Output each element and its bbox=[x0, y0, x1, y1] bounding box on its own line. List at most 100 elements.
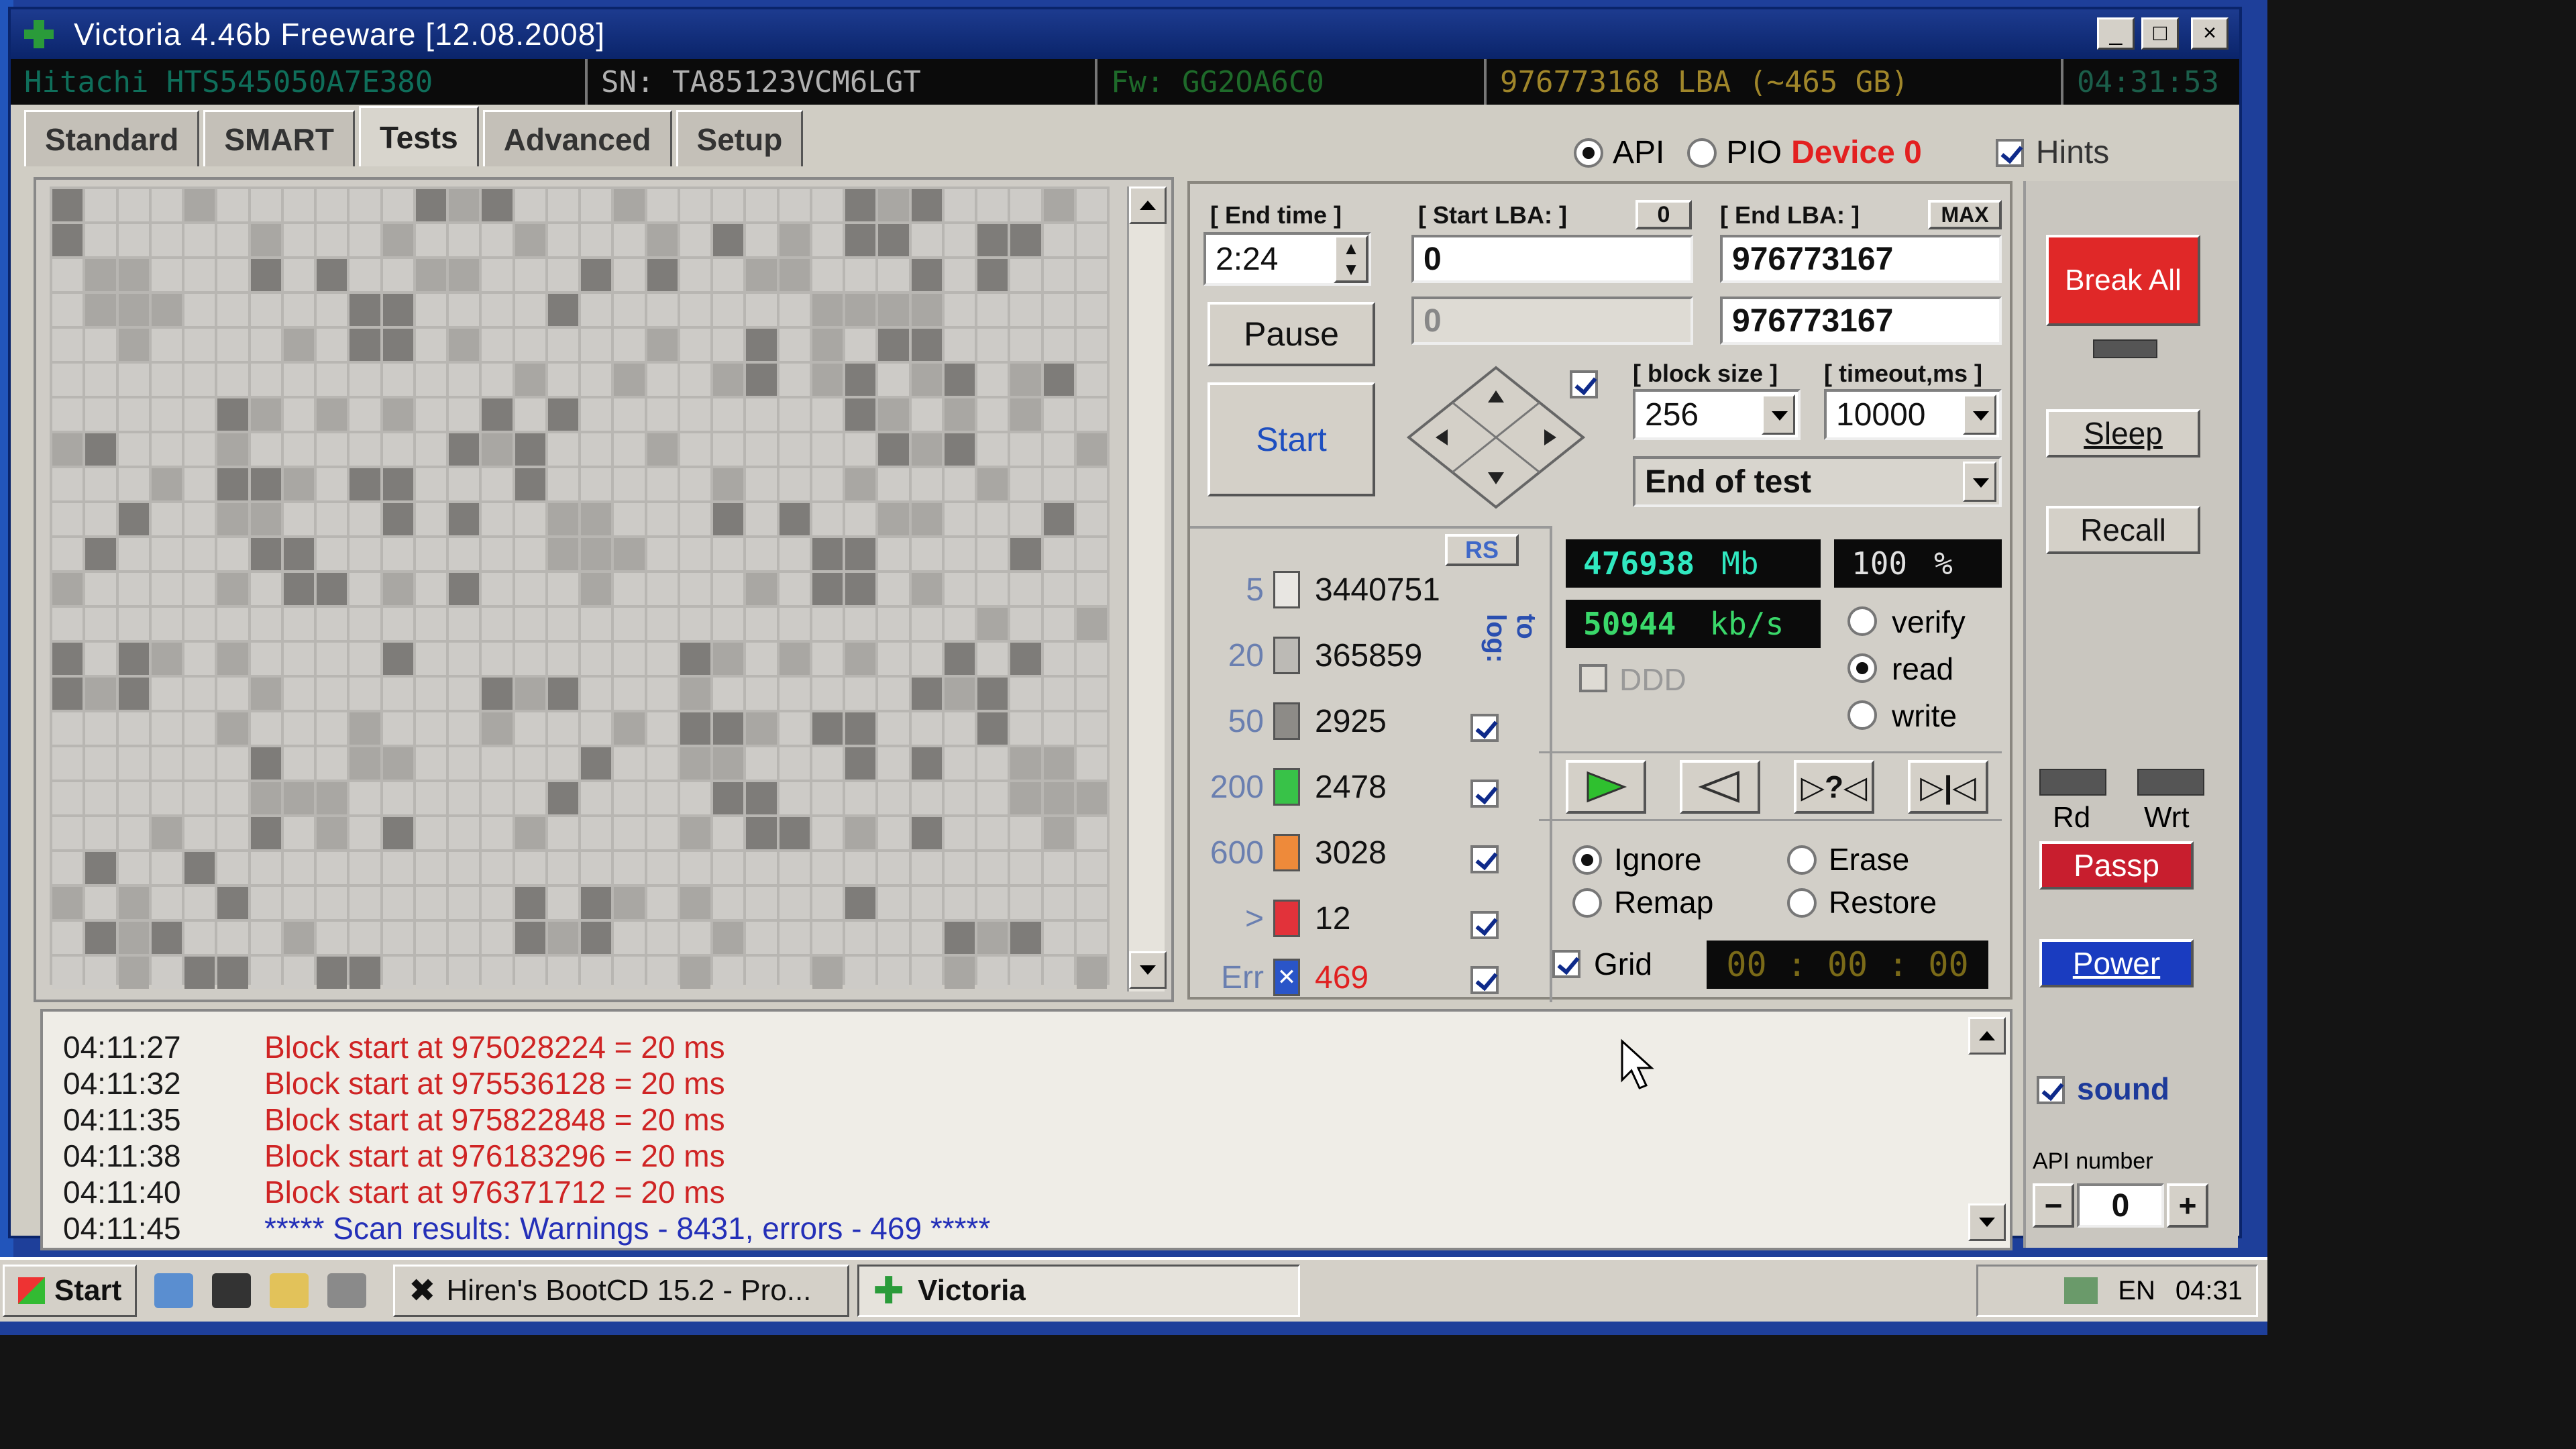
surface-block bbox=[1010, 678, 1041, 710]
surface-block bbox=[680, 573, 710, 605]
surface-block bbox=[350, 294, 380, 326]
log-scroll-up-button[interactable] bbox=[1968, 1017, 2006, 1055]
end-action-dropdown-icon[interactable] bbox=[1963, 462, 1996, 502]
scroll-down-button[interactable] bbox=[1129, 951, 1167, 989]
remap-radio[interactable] bbox=[1572, 888, 1602, 918]
surface-block bbox=[85, 817, 116, 849]
sleep-button[interactable]: Sleep bbox=[2046, 409, 2200, 458]
passp-button[interactable]: Passp bbox=[2039, 841, 2194, 890]
tab-setup[interactable]: Setup bbox=[676, 110, 804, 166]
surface-block bbox=[746, 747, 777, 780]
start-lba-input[interactable]: 0 bbox=[1411, 235, 1693, 283]
rewind-button[interactable] bbox=[1680, 760, 1760, 814]
erase-radio[interactable] bbox=[1787, 845, 1817, 875]
api-plus-button[interactable]: + bbox=[2167, 1183, 2208, 1228]
taskbar-victoria[interactable]: ✚ Victoria bbox=[857, 1265, 1301, 1317]
power-button[interactable]: Power bbox=[2039, 939, 2194, 987]
surface-block bbox=[647, 538, 678, 570]
maximize-button[interactable]: □ bbox=[2141, 17, 2179, 50]
read-radio[interactable] bbox=[1847, 653, 1877, 683]
surface-block bbox=[85, 294, 116, 326]
skip-end-button[interactable]: ▷|◁ bbox=[1908, 760, 1988, 814]
log-err-checkbox[interactable] bbox=[1470, 966, 1499, 994]
surface-block bbox=[680, 259, 710, 291]
play-button[interactable] bbox=[1566, 760, 1646, 814]
scroll-up-button[interactable] bbox=[1129, 186, 1167, 224]
end-lba-input[interactable]: 976773167 bbox=[1720, 235, 2002, 283]
recall-button[interactable]: Recall bbox=[2046, 506, 2200, 554]
log-50-checkbox[interactable] bbox=[1470, 714, 1499, 742]
surface-block bbox=[482, 922, 513, 954]
skip-random-button[interactable]: ▷?◁ bbox=[1794, 760, 1874, 814]
log-200-checkbox[interactable] bbox=[1470, 780, 1499, 808]
log-over-checkbox[interactable] bbox=[1470, 911, 1499, 939]
surface-block bbox=[845, 224, 876, 256]
tab-tests[interactable]: Tests bbox=[358, 106, 479, 166]
close-button[interactable]: × bbox=[2191, 17, 2229, 50]
surface-block bbox=[911, 573, 942, 605]
folder-icon[interactable] bbox=[270, 1273, 309, 1308]
surface-block bbox=[415, 678, 446, 710]
verify-radio[interactable] bbox=[1847, 606, 1877, 636]
ddd-checkbox[interactable] bbox=[1579, 664, 1607, 692]
sound-checkbox[interactable] bbox=[2037, 1076, 2065, 1104]
write-radio[interactable] bbox=[1847, 700, 1877, 730]
surface-block bbox=[85, 259, 116, 291]
surface-block bbox=[547, 608, 578, 640]
surface-block bbox=[713, 643, 744, 675]
surface-block bbox=[1076, 922, 1107, 954]
start-menu-button[interactable]: Start bbox=[3, 1265, 138, 1317]
network-icon[interactable] bbox=[2064, 1277, 2098, 1304]
api-label: API bbox=[1613, 135, 1665, 170]
pause-button[interactable]: Pause bbox=[1208, 302, 1375, 366]
timeout-dropdown-icon[interactable] bbox=[1963, 394, 1996, 435]
restore-radio[interactable] bbox=[1787, 888, 1817, 918]
surface-block bbox=[547, 922, 578, 954]
break-all-button[interactable]: Break All bbox=[2046, 235, 2200, 326]
block-size-select[interactable]: 256 bbox=[1633, 389, 1801, 440]
end-time-spinner[interactable]: ▲ ▼ bbox=[1334, 235, 1368, 283]
tab-advanced[interactable]: Advanced bbox=[482, 110, 672, 166]
command-prompt-icon[interactable] bbox=[212, 1273, 252, 1308]
ignore-radio[interactable] bbox=[1572, 845, 1602, 875]
log-600-checkbox[interactable] bbox=[1470, 845, 1499, 873]
surface-block bbox=[515, 329, 545, 361]
grid-checkbox[interactable] bbox=[1552, 950, 1580, 978]
log-panel[interactable]: 04:11:27 Block start at 975028224 = 20 m… bbox=[40, 1009, 2012, 1250]
surface-block bbox=[449, 817, 480, 849]
api-minus-button[interactable]: − bbox=[2033, 1183, 2074, 1228]
direction-pad[interactable] bbox=[1402, 364, 1590, 511]
surface-block bbox=[911, 398, 942, 431]
api-number-field[interactable]: 0 bbox=[2077, 1183, 2164, 1228]
minimize-button[interactable]: _ bbox=[2097, 17, 2135, 50]
block-size-dropdown-icon[interactable] bbox=[1762, 394, 1795, 435]
taskbar-hirens-bootcd[interactable]: ✖ Hiren's BootCD 15.2 - Pro... bbox=[393, 1265, 850, 1317]
surface-block bbox=[184, 817, 215, 849]
surface-block bbox=[911, 922, 942, 954]
device-label[interactable]: Device 0 bbox=[1791, 134, 1922, 171]
api-radio[interactable] bbox=[1574, 138, 1603, 168]
timeout-select[interactable]: 10000 bbox=[1824, 389, 2002, 440]
surface-block bbox=[317, 782, 347, 814]
end-action-select[interactable]: End of test bbox=[1633, 456, 2002, 507]
tab-standard[interactable]: Standard bbox=[24, 110, 200, 166]
surface-block bbox=[581, 294, 612, 326]
start-button[interactable]: Start bbox=[1208, 382, 1375, 496]
language-indicator[interactable]: EN bbox=[2118, 1276, 2155, 1306]
title-bar[interactable]: Victoria 4.46b Freeware [12.08.2008] _ □… bbox=[11, 9, 2239, 59]
surface-block bbox=[52, 294, 83, 326]
surface-block bbox=[878, 398, 909, 431]
drive-icon[interactable] bbox=[327, 1273, 367, 1308]
pio-radio[interactable] bbox=[1687, 138, 1717, 168]
start-lba-zero-button[interactable]: 0 bbox=[1635, 200, 1692, 229]
show-desktop-icon[interactable] bbox=[154, 1273, 194, 1308]
pad-checkbox[interactable] bbox=[1570, 370, 1598, 398]
log-scroll-down-button[interactable] bbox=[1968, 1203, 2006, 1241]
tab-smart[interactable]: SMART bbox=[203, 110, 355, 166]
surface-block bbox=[482, 468, 513, 500]
tray-clock[interactable]: 04:31 bbox=[2176, 1276, 2243, 1306]
hints-checkbox[interactable] bbox=[1995, 138, 2024, 167]
surface-map-scrollbar[interactable] bbox=[1127, 186, 1167, 991]
end-lba-max-button[interactable]: MAX bbox=[1928, 200, 2002, 229]
surface-block bbox=[812, 433, 843, 466]
